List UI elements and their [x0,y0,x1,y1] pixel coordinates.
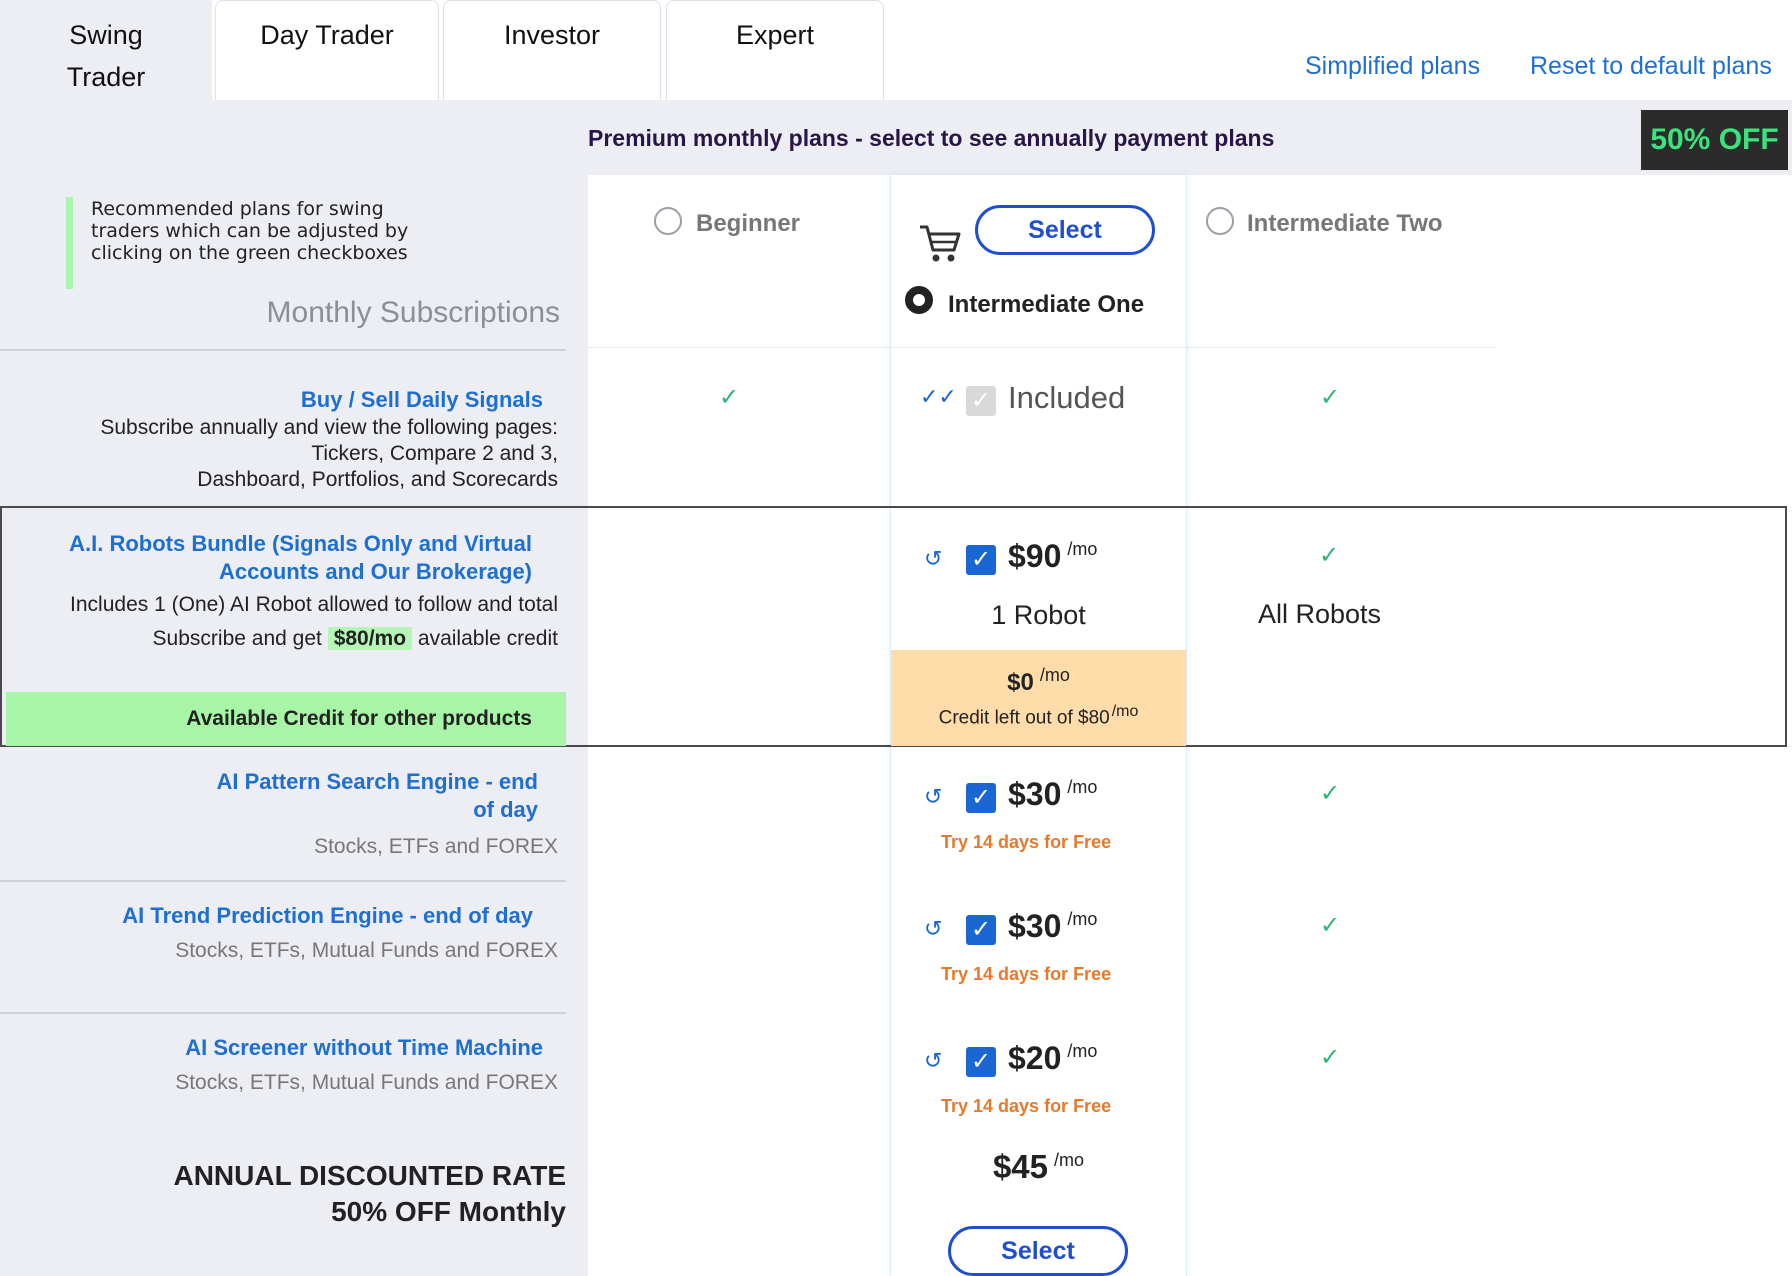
robots-price: $90/mo [1008,538,1097,575]
robots-description-line: Includes 1 (One) AI Robot allowed to fol… [70,593,558,616]
annual-line: 50% OFF Monthly [331,1196,566,1227]
trend-title[interactable]: AI Trend Prediction Engine - end of day [60,902,533,930]
undo-icon[interactable]: ↺ [924,546,942,572]
intermediate-two-signals-check-icon: ✓ [1320,384,1341,411]
pattern-trial-label[interactable]: Try 14 days for Free [941,832,1111,853]
signals-line: Dashboard, Portfolios, and Scorecards [197,468,558,491]
robots-checkbox[interactable]: ✓ [966,545,996,575]
intermediate-two-plan-label[interactable]: Intermediate Two [1247,210,1443,238]
intermediate-two-trend-check-icon: ✓ [1320,912,1341,939]
pattern-checkbox[interactable]: ✓ [966,783,996,813]
credit-left-box: $0/mo Credit left out of $80/mo [891,650,1186,746]
available-credit-band: Available Credit for other products [6,692,566,746]
all-robots-label: All Robots [1258,599,1382,629]
tab-day-trader[interactable]: Day Trader [215,0,439,100]
screener-checkbox[interactable]: ✓ [966,1047,996,1077]
annual-total-price: $45/mo [890,1148,1187,1186]
tab-label-line2: Trader [66,62,146,92]
divider [588,347,1495,348]
trend-checkbox[interactable]: ✓ [966,915,996,945]
recommend-line: clicking on the green checkboxes [91,242,408,264]
select-intermediate-one-button[interactable]: Select [975,205,1155,255]
pattern-title-line: of day [473,797,538,822]
included-label: Included [1008,380,1126,415]
double-check-icon: ✓✓ [920,384,957,409]
tab-label: Day Trader [260,20,394,50]
pattern-price-per: /mo [1067,777,1098,798]
one-robot-label: 1 Robot [991,600,1086,630]
robots-title[interactable]: A.I. Robots Bundle (Signals Only and Vir… [20,530,532,586]
robots-price-value: $90 [1008,538,1062,574]
trend-price: $30/mo [1008,908,1097,945]
simplified-plans-link[interactable]: Simplified plans [1305,52,1480,81]
undo-icon[interactable]: ↺ [924,1048,942,1074]
tab-label: Expert [735,20,815,50]
intermediate-two-robots-check-icon: ✓ [1319,542,1340,569]
annual-total-value: $45 [992,1148,1049,1185]
robots-credit-post: available credit [417,627,558,650]
tab-label-line1: Swing [69,20,143,50]
tab-investor[interactable]: Investor [443,0,661,100]
trend-price-per: /mo [1067,909,1098,930]
beginner-radio[interactable] [654,207,682,235]
beginner-plan-label[interactable]: Beginner [696,210,800,238]
pattern-title-line: AI Pattern Search Engine - end [216,769,538,794]
robots-credit-amount: $80/mo [327,627,413,650]
pattern-price-value: $30 [1008,776,1062,812]
beginner-signals-check-icon: ✓ [719,384,740,411]
recommend-line: traders which can be adjusted by [91,220,409,242]
annual-rate-title: ANNUAL DISCOUNTED RATE 50% OFF Monthly [60,1158,566,1230]
screener-description: Stocks, ETFs, Mutual Funds and FOREX [175,1071,558,1094]
trend-trial-label[interactable]: Try 14 days for Free [941,964,1111,985]
annual-total-per: /mo [1054,1150,1085,1170]
monthly-subscriptions-title: Monthly Subscriptions [266,296,560,329]
screener-trial-label[interactable]: Try 14 days for Free [941,1096,1111,1117]
cart-icon [918,222,962,264]
reset-default-plans-link[interactable]: Reset to default plans [1530,52,1772,81]
pattern-description: Stocks, ETFs and FOREX [314,835,558,858]
signals-line: Subscribe annually and view the followin… [100,416,558,439]
intermediate-two-radio[interactable] [1206,207,1234,235]
annual-line: ANNUAL DISCOUNTED RATE [173,1160,566,1191]
select-bottom-button[interactable]: Select [948,1226,1128,1276]
signals-line: Tickers, Compare 2 and 3, [311,442,558,465]
premium-plans-heading[interactable]: Premium monthly plans - select to see an… [588,125,1274,152]
robots-title-line: A.I. Robots Bundle (Signals Only and Vir… [69,531,532,556]
trend-price-value: $30 [1008,908,1062,944]
included-checkbox: ✓ [966,386,996,416]
intermediate-one-radio[interactable] [905,286,933,314]
signals-description: Subscribe annually and view the followin… [20,415,558,493]
undo-icon[interactable]: ↺ [924,916,942,942]
tab-swing-trader[interactable]: Swing Trader [0,0,212,100]
trend-description: Stocks, ETFs, Mutual Funds and FOREX [175,939,558,962]
divider [0,880,566,882]
robots-title-line: Accounts and Our Brokerage) [219,559,532,584]
recommend-line: Recommended plans for swing [91,198,384,220]
recommend-accent-bar [66,197,73,289]
intermediate-two-pattern-check-icon: ✓ [1320,780,1341,807]
screener-title[interactable]: AI Screener without Time Machine [60,1034,543,1062]
tab-label: Investor [503,20,601,50]
screener-price-per: /mo [1067,1041,1098,1062]
screener-price-value: $20 [1008,1040,1062,1076]
credit-left-text: Credit left out of $80/mo [938,703,1139,729]
robots-credit-pre: Subscribe and get [152,627,322,650]
discount-badge: 50% OFF [1641,110,1788,170]
intermediate-one-plan-label[interactable]: Intermediate One [948,291,1144,319]
divider [0,349,566,351]
recommend-text: Recommended plans for swing traders whic… [91,198,451,264]
robots-price-per: /mo [1067,539,1098,560]
robots-credit-line: Subscribe and get $80/mo available credi… [10,626,558,652]
screener-price: $20/mo [1008,1040,1097,1077]
pattern-price: $30/mo [1008,776,1097,813]
undo-icon[interactable]: ↺ [924,784,942,810]
tab-expert[interactable]: Expert [666,0,884,100]
credit-left-amount: $0/mo [1007,665,1070,696]
pattern-title[interactable]: AI Pattern Search Engine - end of day [100,768,538,824]
divider [0,1012,566,1014]
intermediate-two-screener-check-icon: ✓ [1320,1044,1341,1071]
signals-title[interactable]: Buy / Sell Daily Signals [60,386,543,414]
